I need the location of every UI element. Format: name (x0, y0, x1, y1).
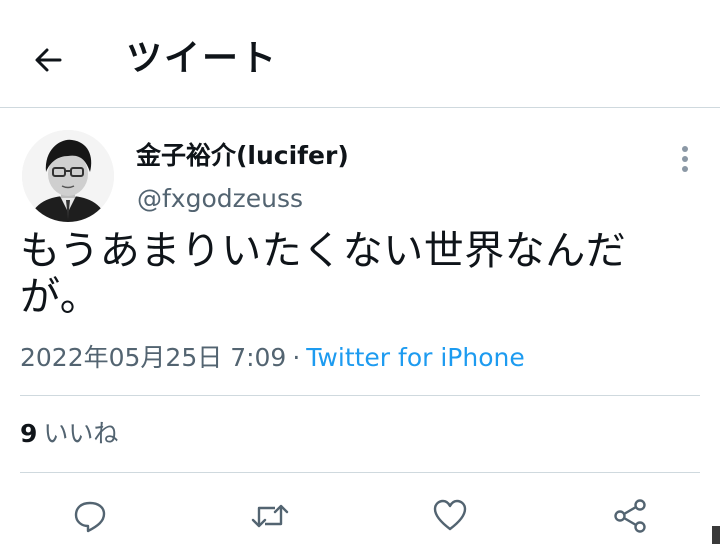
author-display-name[interactable]: 金子裕介(lucifer) (136, 140, 349, 172)
author-handle[interactable]: @fxgodzeuss (137, 183, 303, 215)
tweet-timestamp[interactable]: 2022年05月25日 7:09 (20, 343, 286, 372)
tweet-text: もうあまりいたくない世界なんだが。 (20, 228, 627, 320)
tweet-source-link[interactable]: Twitter for iPhone (306, 343, 524, 372)
arrow-left-icon (35, 48, 62, 72)
retweet-button[interactable] (248, 494, 292, 538)
scrollbar-thumb[interactable] (712, 526, 720, 544)
likes-label: いいね (43, 419, 119, 448)
share-button[interactable] (608, 494, 652, 538)
divider (20, 395, 700, 396)
likes-stat[interactable]: 9 いいね (20, 418, 118, 450)
more-vertical-icon (682, 146, 688, 172)
retweet-icon (251, 504, 289, 528)
heart-icon (433, 499, 467, 531)
back-button[interactable] (28, 40, 68, 80)
page-title: ツイート (126, 38, 279, 79)
avatar[interactable] (22, 130, 114, 222)
share-icon (614, 499, 646, 533)
tweet-meta: 2022年05月25日 7:09 · Twitter for iPhone (20, 341, 525, 375)
meta-separator: · (292, 343, 301, 372)
likes-count: 9 (20, 419, 38, 448)
top-bar: ツイート (0, 0, 720, 108)
like-button[interactable] (428, 494, 472, 538)
more-options-button[interactable] (668, 142, 702, 176)
reply-button[interactable] (68, 494, 112, 538)
divider (20, 472, 700, 473)
reply-icon (74, 501, 106, 533)
avatar-photo (22, 130, 114, 222)
